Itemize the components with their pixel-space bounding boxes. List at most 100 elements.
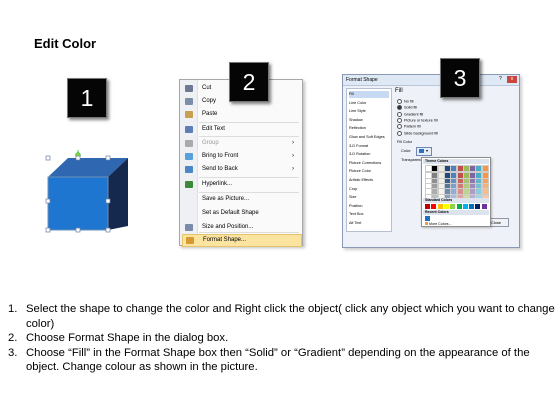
- paste-icon: [185, 111, 193, 118]
- copy-icon: [185, 98, 193, 105]
- nav-item-alt-text[interactable]: Alt Text: [349, 220, 389, 227]
- radio-button[interactable]: [397, 111, 402, 117]
- fill-option-gradient-fill[interactable]: Gradient fill: [397, 111, 423, 117]
- chevron-right-icon: ›: [292, 166, 294, 172]
- more-colors-link[interactable]: More Colors...: [425, 222, 452, 226]
- menu-item-format-shape[interactable]: Format Shape...: [182, 234, 302, 247]
- close-icon[interactable]: x: [507, 76, 517, 83]
- color-picker-button[interactable]: ▾: [416, 147, 432, 156]
- menu-item-set-as-default-shape[interactable]: Set as Default Shape: [182, 208, 300, 219]
- recent-color-swatch[interactable]: [425, 216, 430, 221]
- format-shape-icon: [186, 237, 194, 244]
- fill-bucket-icon: [419, 149, 424, 153]
- nav-item-artistic-effects[interactable]: Artistic Effects: [349, 177, 389, 184]
- nav-item-3-d-format[interactable]: 3-D Format: [349, 143, 389, 150]
- standard-color-swatch[interactable]: [475, 204, 481, 209]
- context-menu: Cut Copy Paste Edit Text Group › Bring to Fron…: [179, 79, 303, 247]
- menu-separator: [199, 177, 299, 178]
- color-palette: Theme Colors Standard Colors Recent Colo…: [421, 157, 491, 227]
- standard-color-swatch[interactable]: [425, 204, 430, 209]
- more-colors-label: More Colors...: [429, 222, 452, 226]
- menu-item-label: Copy: [202, 98, 217, 104]
- nav-item-line-style[interactable]: Line Style: [349, 108, 389, 115]
- standard-color-swatch[interactable]: [462, 204, 468, 209]
- instruction-number: 3.: [8, 346, 18, 359]
- dialog-nav-list: Fill Line Color Line Style Shadow Reflection…: [346, 88, 392, 232]
- chevron-right-icon: ›: [292, 140, 294, 146]
- menu-item-label: Cut: [202, 85, 212, 91]
- color-label: Color:: [401, 149, 412, 153]
- resize-handle[interactable]: [75, 155, 81, 161]
- resize-handle[interactable]: [105, 155, 111, 161]
- fill-option-solid-fill[interactable]: Solid fill: [397, 105, 417, 111]
- menu-item-label: Bring to Front: [202, 153, 239, 159]
- fill-option-label: Pattern fill: [404, 124, 421, 129]
- menu-item-edit-text[interactable]: Edit Text: [182, 124, 300, 135]
- fill-option-no-fill[interactable]: No fill: [397, 99, 414, 104]
- standard-color-swatch[interactable]: [469, 204, 475, 209]
- scissors-icon: [185, 85, 193, 92]
- step-1-badge: 1: [67, 78, 107, 118]
- nav-item-line-color[interactable]: Line Color: [349, 100, 389, 107]
- menu-item-hyperlink[interactable]: Hyperlink...: [182, 179, 300, 190]
- fill-option-pattern-fill[interactable]: Pattern fill: [397, 124, 421, 130]
- send-back-icon: [185, 166, 193, 173]
- resize-handle[interactable]: [105, 198, 111, 204]
- resize-handle[interactable]: [45, 227, 51, 233]
- resize-handle[interactable]: [45, 155, 51, 161]
- nav-item-picture-corrections[interactable]: Picture Corrections: [349, 160, 389, 167]
- radio-button[interactable]: [397, 117, 402, 123]
- instruction-text: Select the shape to change the color and…: [26, 303, 555, 330]
- nav-item-picture-color[interactable]: Picture Color: [349, 168, 389, 175]
- resize-handle[interactable]: [105, 227, 111, 233]
- theme-colors-header: Theme Colors: [423, 159, 489, 164]
- radio-button[interactable]: [397, 130, 402, 136]
- edit-text-icon: [185, 126, 193, 133]
- radio-button[interactable]: [397, 105, 402, 111]
- nav-item-fill[interactable]: Fill: [349, 91, 389, 98]
- standard-color-swatch[interactable]: [450, 204, 456, 209]
- radio-button[interactable]: [397, 99, 402, 104]
- menu-item-paste[interactable]: Paste: [182, 109, 300, 120]
- nav-item-position[interactable]: Position: [349, 203, 389, 210]
- fill-option-picture-or-texture-fill[interactable]: Picture or texture fill: [397, 117, 438, 123]
- nav-item-reflection[interactable]: Reflection: [349, 125, 389, 132]
- fill-option-label: Picture or texture fill: [404, 118, 438, 123]
- nav-item-text-box[interactable]: Text Box: [349, 211, 389, 218]
- menu-item-save-as-picture[interactable]: Save as Picture...: [182, 194, 300, 205]
- nav-item-size[interactable]: Size: [349, 194, 389, 201]
- menu-separator: [199, 192, 299, 193]
- menu-item-send-to-back[interactable]: Send to Back ›: [182, 164, 300, 175]
- page-title: Edit Color: [34, 36, 97, 51]
- standard-color-swatch[interactable]: [431, 204, 437, 209]
- fill-option-slide-background-fill[interactable]: Slide background fill: [397, 130, 438, 136]
- standard-color-swatch[interactable]: [443, 204, 449, 209]
- group-icon: [185, 140, 193, 147]
- help-icon[interactable]: ?: [499, 76, 505, 82]
- menu-item-group[interactable]: Group ›: [182, 138, 300, 149]
- theme-color-swatch[interactable]: [481, 165, 489, 172]
- recent-colors-header: Recent Colors: [423, 210, 489, 215]
- nav-item-shadow[interactable]: Shadow: [349, 117, 389, 124]
- menu-item-label: Format Shape...: [203, 237, 247, 243]
- nav-item-glow-and-soft-edges[interactable]: Glow and Soft Edges: [349, 134, 389, 141]
- chevron-down-icon: ▾: [426, 148, 429, 153]
- menu-item-label: Edit Text: [202, 126, 225, 132]
- instructions-list: 1. Select the shape to change the color a…: [6, 302, 556, 375]
- instruction-item: 1. Select the shape to change the color a…: [6, 302, 556, 331]
- menu-separator: [199, 232, 299, 233]
- fill-option-label: Slide background fill: [404, 131, 438, 135]
- standard-color-swatch[interactable]: [481, 204, 487, 209]
- nav-item-3-d-rotation[interactable]: 3-D Rotation: [349, 151, 389, 158]
- instruction-number: 1.: [8, 303, 18, 315]
- fill-color-label: Fill Color: [397, 140, 412, 144]
- resize-handle[interactable]: [75, 227, 81, 233]
- instruction-item: 3. Choose “Fill” in the Format Shape box …: [6, 346, 556, 375]
- standard-color-swatch[interactable]: [456, 204, 462, 209]
- blue-cube-shape[interactable]: [40, 150, 130, 240]
- menu-item-bring-to-front[interactable]: Bring to Front ›: [182, 151, 300, 162]
- resize-handle[interactable]: [45, 198, 51, 204]
- radio-button[interactable]: [397, 124, 402, 130]
- standard-color-swatch[interactable]: [437, 204, 443, 209]
- nav-item-crop[interactable]: Crop: [349, 186, 389, 193]
